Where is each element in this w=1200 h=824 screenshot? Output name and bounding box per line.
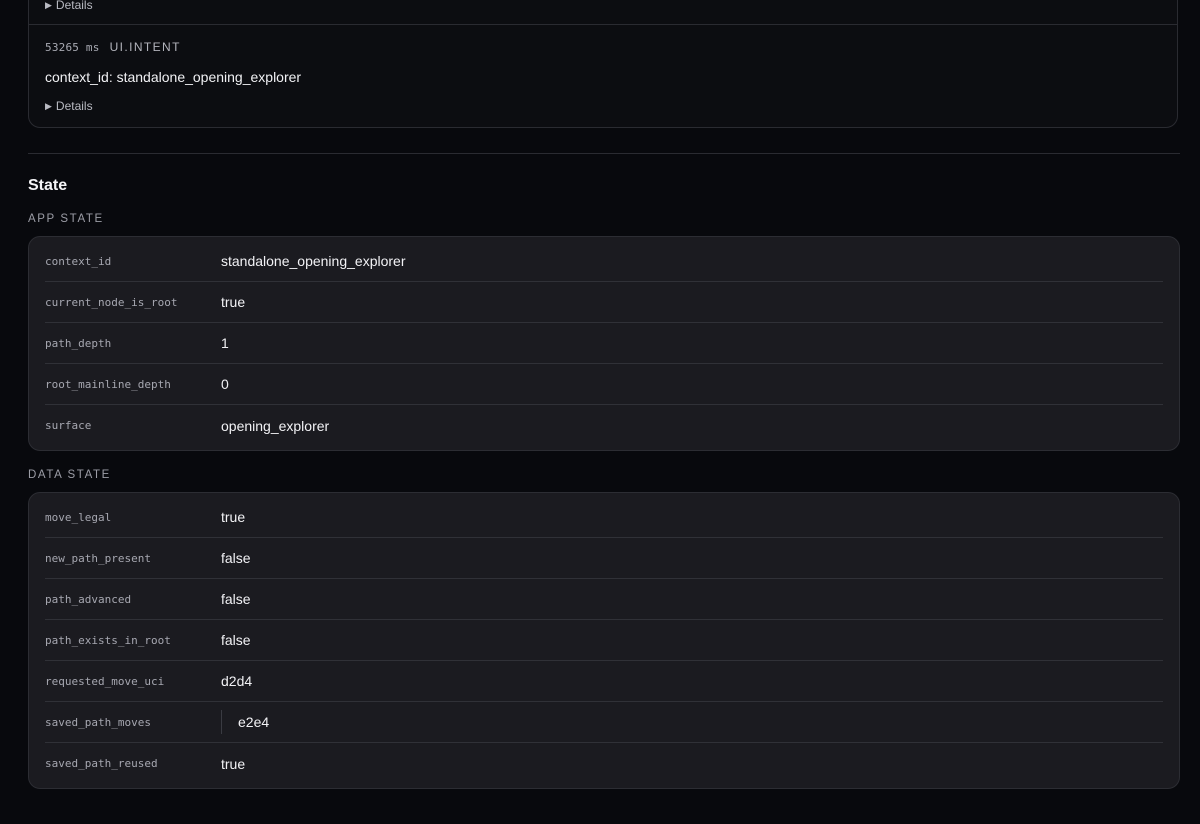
state-key: root_mainline_depth <box>45 377 171 391</box>
state-row: saved_path_reused true <box>45 743 1163 784</box>
section-divider <box>28 153 1180 154</box>
state-value: true <box>221 294 246 310</box>
state-title: State <box>28 177 68 194</box>
state-key: move_legal <box>45 510 112 524</box>
triangle-right-icon: ▶ <box>45 101 52 111</box>
state-key: saved_path_reused <box>45 757 158 770</box>
state-key: saved_path_moves <box>45 715 151 729</box>
state-value: d2d4 <box>221 673 253 689</box>
state-key: surface <box>45 419 92 432</box>
page: ▶ Details 53265 ms UI.INTENT context_id: s… <box>0 0 1200 824</box>
state-value: true <box>221 755 246 772</box>
state-value: true <box>221 509 246 525</box>
app-state-label: APP STATE <box>28 213 104 225</box>
state-value: 1 <box>221 335 229 351</box>
state-key: context_id <box>45 254 112 268</box>
state-row: path_depth 1 <box>45 323 1163 364</box>
state-key: path_advanced <box>45 592 132 606</box>
state-row: context_id standalone_opening_explorer <box>45 241 1163 282</box>
event-divider <box>29 24 1177 25</box>
state-row: move_legal true <box>45 497 1163 538</box>
prev-event-details-toggle[interactable]: ▶ Details <box>45 0 93 12</box>
state-value: e2e4 <box>221 710 269 734</box>
state-row: new_path_present false <box>45 538 1163 579</box>
triangle-right-icon: ▶ <box>45 0 52 10</box>
data-state-card: move_legal true new_path_present false path_… <box>28 492 1180 789</box>
state-value: false <box>221 632 251 648</box>
state-value: opening_explorer <box>221 417 330 434</box>
event-kind: UI.INTENT <box>109 40 181 54</box>
details-label: Details <box>55 0 93 12</box>
event-meta: 53265 ms UI.INTENT <box>45 40 181 54</box>
state-key: requested_move_uci <box>45 674 165 688</box>
state-key: current_node_is_root <box>45 295 178 309</box>
data-state-label: DATA STATE <box>28 469 111 481</box>
event-details-toggle[interactable]: ▶ Details <box>45 99 93 113</box>
state-row: current_node_is_root true <box>45 282 1163 323</box>
state-value: 0 <box>221 376 229 392</box>
state-row: saved_path_moves e2e4 <box>45 702 1163 743</box>
event-time: 53265 ms <box>45 41 100 54</box>
state-value: false <box>221 591 251 607</box>
state-row: requested_move_uci d2d4 <box>45 661 1163 702</box>
event-body: context_id: standalone_opening_explorer <box>45 69 302 85</box>
state-row: path_exists_in_root false <box>45 620 1163 661</box>
event-card: ▶ Details 53265 ms UI.INTENT context_id: s… <box>28 0 1178 128</box>
state-row: root_mainline_depth 0 <box>45 364 1163 405</box>
state-row: path_advanced false <box>45 579 1163 620</box>
state-row: surface opening_explorer <box>45 405 1163 446</box>
state-key: path_depth <box>45 336 112 350</box>
state-key: path_exists_in_root <box>45 633 171 647</box>
state-value: false <box>221 550 251 566</box>
state-value: standalone_opening_explorer <box>221 253 406 269</box>
details-label: Details <box>55 99 93 113</box>
app-state-card: context_id standalone_opening_explorercur… <box>28 236 1180 451</box>
state-key: new_path_present <box>45 551 151 565</box>
